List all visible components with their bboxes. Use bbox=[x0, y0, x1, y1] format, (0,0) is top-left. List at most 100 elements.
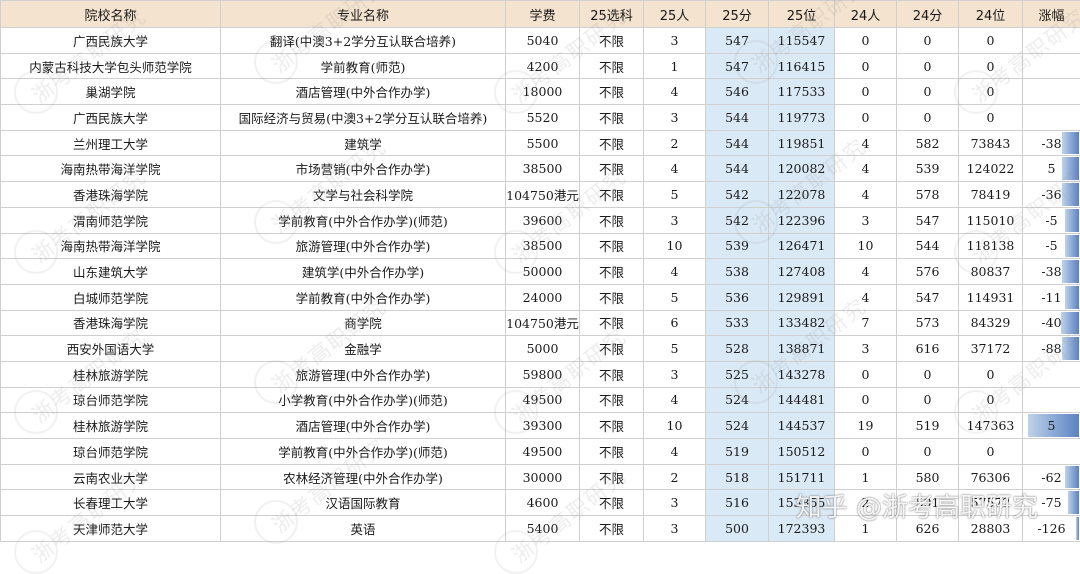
table-cell: 不限 bbox=[580, 53, 644, 79]
table-cell: 学前教育(中外合作办学) bbox=[221, 284, 506, 310]
table-cell: 10 bbox=[644, 233, 706, 259]
table-cell: 内蒙古科技大学包头师范学院 bbox=[1, 53, 221, 79]
table-cell: 天津师范大学 bbox=[1, 516, 221, 542]
table-cell: 39600 bbox=[506, 207, 580, 233]
table-cell: 2 bbox=[644, 130, 706, 156]
table-cell: 5 bbox=[644, 336, 706, 362]
table-cell: 5520 bbox=[506, 105, 580, 131]
table-cell: 香港珠海学院 bbox=[1, 182, 221, 208]
table-row: 琼台师范学院小学教育(中外合作办学)(师范)49500不限45241444810… bbox=[1, 387, 1080, 413]
table-cell: 147363 bbox=[959, 413, 1023, 439]
table-cell: 0 bbox=[959, 361, 1023, 387]
table-cell: 114931 bbox=[959, 284, 1023, 310]
table-cell: 0 bbox=[835, 387, 897, 413]
table-cell: -5 bbox=[1023, 207, 1080, 233]
table-cell: 591 bbox=[897, 490, 959, 516]
growth-value: -5 bbox=[1045, 213, 1057, 228]
table-cell: 76306 bbox=[959, 464, 1023, 490]
table-row: 白城师范学院学前教育(中外合作办学)24000不限553612989145471… bbox=[1, 284, 1080, 310]
table-cell: 116415 bbox=[769, 53, 835, 79]
table-cell: 兰州理工大学 bbox=[1, 130, 221, 156]
table-cell: 126471 bbox=[769, 233, 835, 259]
table-cell: 0 bbox=[897, 79, 959, 105]
table-cell: 544 bbox=[897, 233, 959, 259]
table-cell: 渭南师范学院 bbox=[1, 207, 221, 233]
table-cell: 115010 bbox=[959, 207, 1023, 233]
table-cell: 不限 bbox=[580, 156, 644, 182]
table-cell: 酒店管理(中外合作办学) bbox=[221, 79, 506, 105]
growth-value: -62 bbox=[1041, 470, 1061, 485]
table-cell: 3 bbox=[644, 28, 706, 54]
table-cell: 37172 bbox=[959, 336, 1023, 362]
growth-data-bar bbox=[1061, 312, 1079, 335]
table-cell: 学前教育(师范) bbox=[221, 53, 506, 79]
table-cell: 524 bbox=[706, 413, 769, 439]
table-cell: 544 bbox=[706, 130, 769, 156]
table-cell: 4 bbox=[644, 439, 706, 465]
header-row: 院校名称专业名称学费25选科25人25分25位24人24分24位涨幅 bbox=[1, 1, 1080, 28]
growth-value: -36 bbox=[1041, 187, 1061, 202]
growth-data-bar bbox=[1068, 491, 1079, 514]
table-cell: 4 bbox=[644, 259, 706, 285]
table-row: 天津师范大学英语5400不限3500172393162628803-126 bbox=[1, 516, 1080, 542]
table-cell: 0 bbox=[835, 361, 897, 387]
table-cell: 3 bbox=[644, 516, 706, 542]
table-cell: 5 bbox=[644, 182, 706, 208]
table-cell: 38500 bbox=[506, 156, 580, 182]
table-cell: 38500 bbox=[506, 233, 580, 259]
table-cell bbox=[1023, 361, 1080, 387]
table-cell: 5 bbox=[1023, 413, 1080, 439]
table-cell: 150512 bbox=[769, 439, 835, 465]
table-row: 桂林旅游学院酒店管理(中外合作办学)39300不限105241445371951… bbox=[1, 413, 1080, 439]
table-cell: 不限 bbox=[580, 182, 644, 208]
table-cell: 30000 bbox=[506, 464, 580, 490]
growth-data-bar bbox=[1062, 183, 1079, 206]
table-cell: 香港珠海学院 bbox=[1, 310, 221, 336]
table-cell bbox=[1023, 387, 1080, 413]
table-cell: 不限 bbox=[580, 464, 644, 490]
growth-data-bar bbox=[1062, 132, 1079, 155]
table-cell: 3 bbox=[644, 490, 706, 516]
table-cell: 117533 bbox=[769, 79, 835, 105]
table-cell: 1 bbox=[835, 464, 897, 490]
growth-data-bar bbox=[1076, 517, 1079, 540]
column-header: 25人 bbox=[644, 1, 706, 28]
table-cell: 0 bbox=[897, 439, 959, 465]
table-cell: 不限 bbox=[580, 105, 644, 131]
table-cell: 商学院 bbox=[221, 310, 506, 336]
table-cell: 不限 bbox=[580, 79, 644, 105]
growth-data-bar bbox=[1062, 157, 1079, 180]
growth-data-bar bbox=[1065, 466, 1079, 489]
table-cell: 4 bbox=[644, 156, 706, 182]
column-header: 24分 bbox=[897, 1, 959, 28]
table-cell: 4 bbox=[644, 387, 706, 413]
table-cell: 不限 bbox=[580, 361, 644, 387]
column-header: 院校名称 bbox=[1, 1, 221, 28]
table-cell: 143278 bbox=[769, 361, 835, 387]
table-cell: 546 bbox=[706, 79, 769, 105]
table-cell: 学前教育(中外合作办学)(师范) bbox=[221, 207, 506, 233]
table-cell: 0 bbox=[959, 105, 1023, 131]
table-cell: 不限 bbox=[580, 207, 644, 233]
table-cell: 3 bbox=[644, 207, 706, 233]
table-cell: 518 bbox=[706, 464, 769, 490]
table-cell: 151711 bbox=[769, 464, 835, 490]
table-cell: 519 bbox=[706, 439, 769, 465]
column-header: 25选科 bbox=[580, 1, 644, 28]
table-cell: 文学与社会科学院 bbox=[221, 182, 506, 208]
table-cell: 不限 bbox=[580, 310, 644, 336]
table-cell: 528 bbox=[706, 336, 769, 362]
table-cell: 5 bbox=[644, 284, 706, 310]
table-cell: 不限 bbox=[580, 387, 644, 413]
table-cell: 广西民族大学 bbox=[1, 105, 221, 131]
table-cell: 不限 bbox=[580, 336, 644, 362]
table-row: 内蒙古科技大学包头师范学院学前教育(师范)4200不限1547116415000 bbox=[1, 53, 1080, 79]
table-cell: 10 bbox=[644, 413, 706, 439]
growth-value: -5 bbox=[1045, 238, 1057, 253]
table-cell: 539 bbox=[897, 156, 959, 182]
table-cell: 小学教育(中外合作办学)(师范) bbox=[221, 387, 506, 413]
table-cell: 115547 bbox=[769, 28, 835, 54]
table-body: 广西民族大学翻译(中澳3+2学分互认联合培养)5040不限35471155470… bbox=[1, 28, 1080, 542]
table-cell: 0 bbox=[959, 439, 1023, 465]
table-header: 院校名称专业名称学费25选科25人25分25位24人24分24位涨幅 bbox=[1, 1, 1080, 28]
